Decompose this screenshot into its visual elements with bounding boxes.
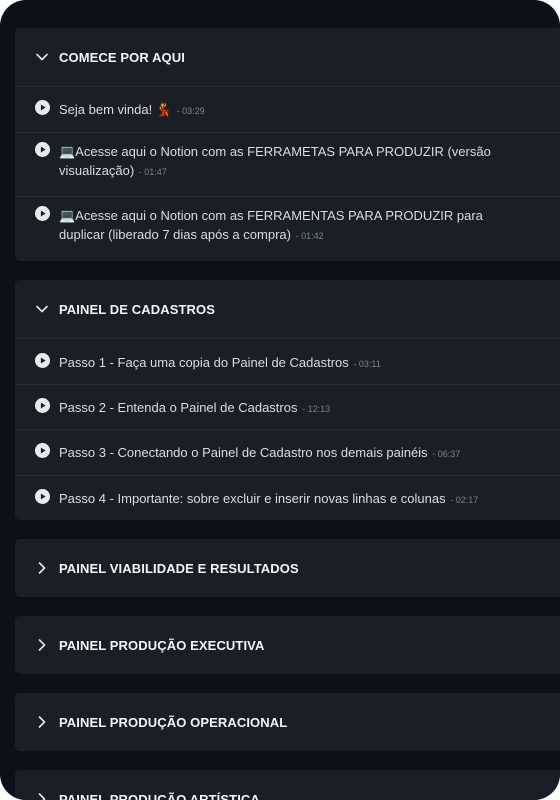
- module-painel-producao-executiva: PAINEL PRODUÇÃO EXECUTIVA: [15, 616, 560, 674]
- play-circle-icon: [35, 100, 50, 115]
- lesson-duration: 03:29: [177, 106, 205, 116]
- lesson-item[interactable]: 💻Acesse aqui o Notion com as FERRAMENTAS…: [15, 196, 560, 261]
- lesson-item[interactable]: Seja bem vinda! 💃 03:29: [15, 86, 560, 132]
- lesson-duration: 01:42: [296, 231, 324, 241]
- lesson-duration: 01:47: [139, 167, 167, 177]
- module-painel-viabilidade: PAINEL VIABILIDADE E RESULTADOS: [15, 539, 560, 597]
- chevron-right-icon: [35, 561, 49, 575]
- lesson-title: 💻Acesse aqui o Notion com as FERRAMETAS …: [59, 144, 491, 178]
- lesson-item[interactable]: Passo 3 - Conectando o Painel de Cadastr…: [15, 429, 560, 475]
- module-comece-por-aqui: COMECE POR AQUI Seja bem vinda! 💃 03:29 …: [15, 28, 560, 261]
- chevron-right-icon: [35, 638, 49, 652]
- module-header[interactable]: PAINEL VIABILIDADE E RESULTADOS: [15, 539, 560, 597]
- play-circle-icon: [35, 443, 50, 458]
- chevron-down-icon: [35, 50, 49, 64]
- module-header[interactable]: PAINEL PRODUÇÃO ARTÍSTICA: [15, 770, 560, 800]
- module-title: PAINEL DE CADASTROS: [59, 301, 215, 317]
- module-title: COMECE POR AQUI: [59, 49, 185, 65]
- module-painel-de-cadastros: PAINEL DE CADASTROS Passo 1 - Faça uma c…: [15, 280, 560, 520]
- play-circle-icon: [35, 353, 50, 368]
- lesson-title: Passo 4 - Importante: sobre excluir e in…: [59, 491, 446, 506]
- lesson-title: Passo 1 - Faça uma copia do Painel de Ca…: [59, 355, 349, 370]
- play-circle-icon: [35, 206, 50, 221]
- lesson-item[interactable]: Passo 2 - Entenda o Painel de Cadastros …: [15, 384, 560, 429]
- module-header[interactable]: PAINEL PRODUÇÃO EXECUTIVA: [15, 616, 560, 674]
- lesson-title: Passo 2 - Entenda o Painel de Cadastros: [59, 400, 298, 415]
- module-header[interactable]: PAINEL PRODUÇÃO OPERACIONAL: [15, 693, 560, 751]
- chevron-down-icon: [35, 302, 49, 316]
- lesson-item[interactable]: Passo 4 - Importante: sobre excluir e in…: [15, 475, 560, 520]
- module-header[interactable]: COMECE POR AQUI: [15, 28, 560, 86]
- lesson-item[interactable]: 💻Acesse aqui o Notion com as FERRAMETAS …: [15, 132, 560, 196]
- chevron-right-icon: [35, 715, 49, 729]
- lesson-item[interactable]: Passo 1 - Faça uma copia do Painel de Ca…: [15, 338, 560, 384]
- course-content-panel: COMECE POR AQUI Seja bem vinda! 💃 03:29 …: [0, 0, 560, 800]
- play-circle-icon: [35, 142, 50, 157]
- module-painel-producao-artistica: PAINEL PRODUÇÃO ARTÍSTICA: [15, 770, 560, 800]
- lesson-title: Seja bem vinda! 💃: [59, 102, 173, 117]
- lesson-duration: 03:11: [353, 359, 380, 369]
- lesson-duration: 12:13: [302, 404, 330, 414]
- play-circle-icon: [35, 489, 50, 504]
- module-header[interactable]: PAINEL DE CADASTROS: [15, 280, 560, 338]
- chevron-right-icon: [35, 792, 49, 800]
- lesson-title: Passo 3 - Conectando o Painel de Cadastr…: [59, 445, 428, 460]
- play-circle-icon: [35, 398, 50, 413]
- lesson-duration: 06:37: [432, 449, 460, 459]
- lesson-duration: 02:17: [450, 495, 478, 505]
- module-title: PAINEL PRODUÇÃO OPERACIONAL: [59, 714, 288, 730]
- module-title: PAINEL PRODUÇÃO ARTÍSTICA: [59, 791, 260, 800]
- module-title: PAINEL PRODUÇÃO EXECUTIVA: [59, 637, 265, 653]
- module-painel-producao-operacional: PAINEL PRODUÇÃO OPERACIONAL: [15, 693, 560, 751]
- module-title: PAINEL VIABILIDADE E RESULTADOS: [59, 560, 299, 576]
- lesson-title: 💻Acesse aqui o Notion com as FERRAMENTAS…: [59, 208, 483, 242]
